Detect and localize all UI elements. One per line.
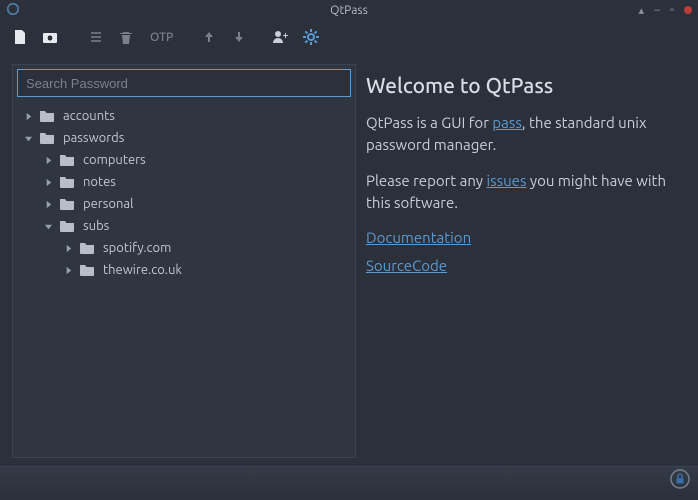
folder-icon	[59, 197, 83, 211]
window-title: QtPass	[330, 4, 368, 17]
sidebar: accounts passwords computers notes personal s…	[12, 64, 356, 458]
tree-node[interactable]: personal	[15, 193, 353, 215]
users-button[interactable]	[269, 25, 293, 49]
intro-paragraph: QtPass is a GUI for pass, the standard u…	[366, 112, 688, 156]
tree-node-label: spotify.com	[103, 241, 171, 255]
tree-node-label: computers	[83, 153, 146, 167]
folder-icon	[79, 263, 103, 277]
chevron-right-icon[interactable]	[41, 175, 55, 189]
chevron-down-icon[interactable]	[41, 219, 55, 233]
app-icon	[6, 2, 20, 16]
window-close-icon[interactable]	[684, 6, 692, 14]
password-tree[interactable]: accounts passwords computers notes personal s…	[13, 101, 355, 457]
welcome-heading: Welcome to QtPass	[366, 70, 688, 100]
tree-node-label: accounts	[63, 109, 115, 123]
report-paragraph: Please report any issues you might have …	[366, 170, 688, 214]
folder-icon	[39, 109, 63, 123]
window-minimize-icon[interactable]: ‒	[654, 4, 660, 16]
tree-node[interactable]: passwords	[15, 127, 353, 149]
push-button[interactable]	[197, 25, 221, 49]
otp-button[interactable]: OTP	[144, 25, 179, 49]
tree-node[interactable]: spotify.com	[15, 237, 353, 259]
tree-node-label: thewire.co.uk	[103, 263, 182, 277]
statusbar	[0, 466, 698, 500]
folder-icon	[59, 175, 83, 189]
tree-node-label: subs	[83, 219, 109, 233]
edit-button[interactable]	[84, 25, 108, 49]
chevron-right-icon[interactable]	[41, 153, 55, 167]
settings-button[interactable]	[299, 25, 323, 49]
main-area: accounts passwords computers notes personal s…	[0, 54, 698, 466]
chevron-right-icon[interactable]	[61, 263, 75, 277]
tree-node[interactable]: thewire.co.uk	[15, 259, 353, 281]
tree-node[interactable]: accounts	[15, 105, 353, 127]
titlebar: QtPass ▴ ‒ ▫	[0, 0, 698, 20]
folder-icon	[79, 241, 103, 255]
delete-button[interactable]	[114, 25, 138, 49]
toolbar: OTP	[0, 20, 698, 54]
link-sourcecode[interactable]: SourceCode	[366, 257, 447, 274]
window-maximize-icon[interactable]: ▫	[670, 4, 674, 16]
tree-node[interactable]: computers	[15, 149, 353, 171]
window-keep-above-icon[interactable]: ▴	[638, 4, 644, 17]
content-pane: Welcome to QtPass QtPass is a GUI for pa…	[362, 64, 692, 458]
tree-node[interactable]: subs	[15, 215, 353, 237]
tree-node-label: passwords	[63, 131, 124, 145]
folder-icon	[59, 219, 83, 233]
tree-node[interactable]: notes	[15, 171, 353, 193]
chevron-down-icon[interactable]	[21, 131, 35, 145]
pull-button[interactable]	[227, 25, 251, 49]
link-documentation[interactable]: Documentation	[366, 229, 471, 246]
tree-node-label: notes	[83, 175, 116, 189]
search-input[interactable]	[17, 69, 351, 97]
window-controls: ▴ ‒ ▫	[638, 0, 692, 20]
lock-icon	[670, 469, 690, 489]
new-password-button[interactable]	[8, 25, 32, 49]
folder-icon	[59, 153, 83, 167]
tree-node-label: personal	[83, 197, 133, 211]
new-folder-button[interactable]	[38, 25, 62, 49]
chevron-right-icon[interactable]	[41, 197, 55, 211]
chevron-right-icon[interactable]	[21, 109, 35, 123]
link-issues[interactable]: issues	[486, 172, 526, 189]
folder-icon	[39, 131, 63, 145]
chevron-right-icon[interactable]	[61, 241, 75, 255]
link-pass[interactable]: pass	[492, 114, 522, 131]
